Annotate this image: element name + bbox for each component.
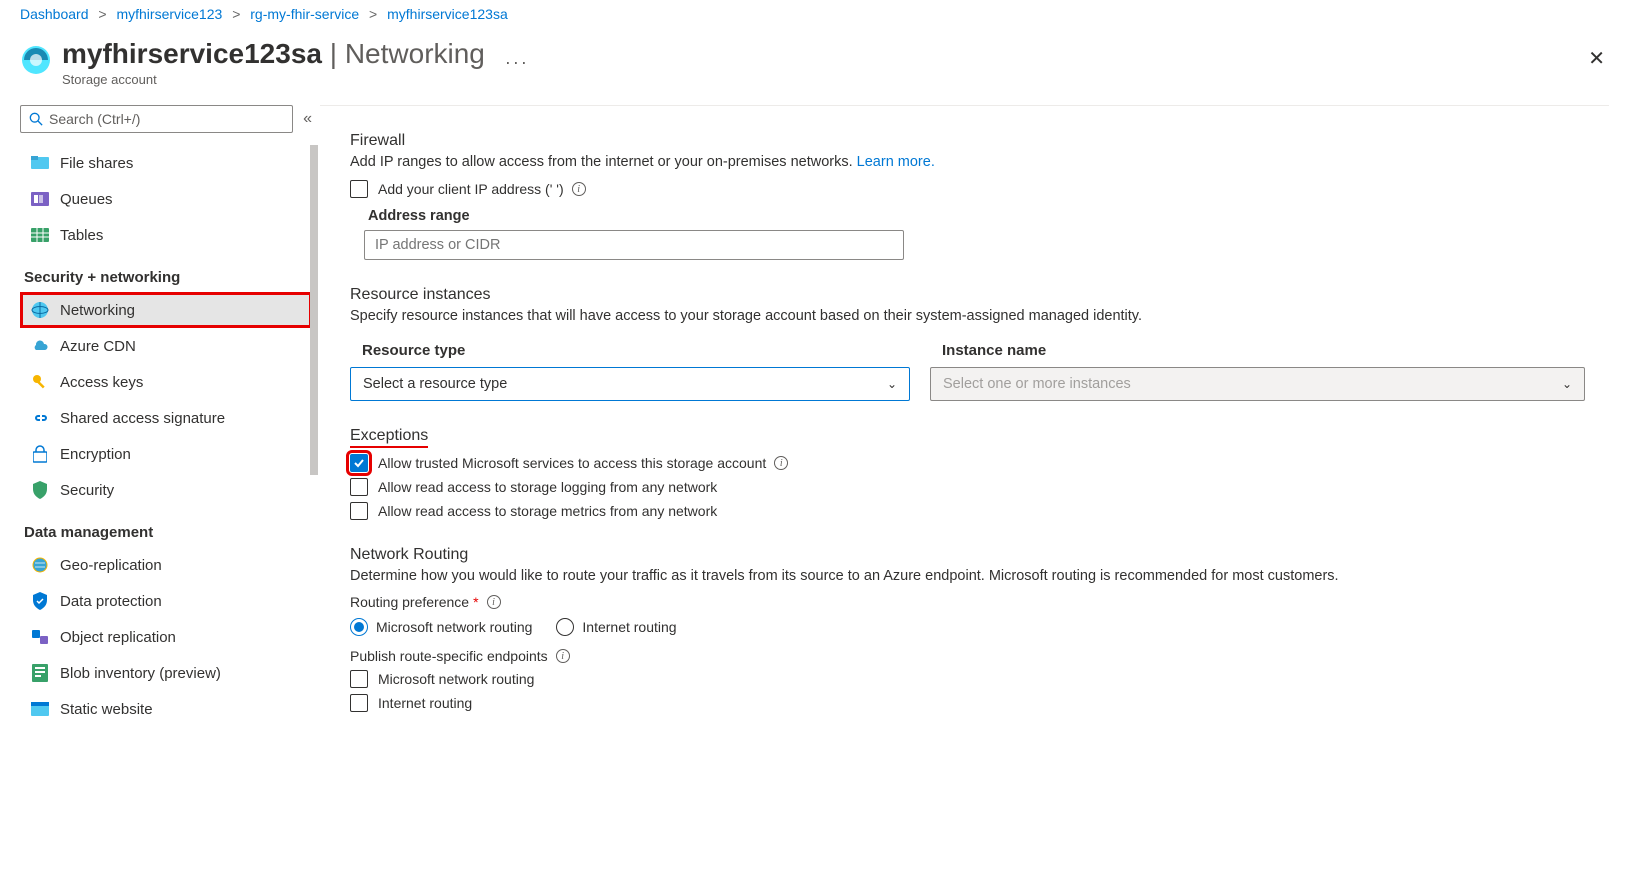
learn-more-link[interactable]: Learn more.: [857, 154, 935, 170]
storage-account-icon: [20, 44, 52, 76]
publish-microsoft-label: Microsoft network routing: [378, 671, 534, 687]
sidebar-item-file-shares[interactable]: File shares: [20, 145, 312, 181]
resource-instances-desc: Specify resource instances that will hav…: [350, 308, 1585, 324]
link-icon: [30, 408, 50, 428]
chevron-down-icon: ⌄: [1562, 377, 1572, 391]
info-icon[interactable]: i: [572, 182, 586, 196]
network-routing-heading: Network Routing: [350, 546, 1585, 564]
publish-internet-checkbox[interactable]: [350, 694, 368, 712]
tables-icon: [30, 225, 50, 245]
breadcrumb: Dashboard > myfhirservice123 > rg-my-fhi…: [0, 0, 1629, 28]
queues-icon: [30, 189, 50, 209]
firewall-heading: Firewall: [350, 132, 1585, 150]
routing-microsoft-radio[interactable]: Microsoft network routing: [350, 618, 532, 636]
radio-on-icon: [350, 618, 368, 636]
allow-trusted-label: Allow trusted Microsoft services to acce…: [378, 455, 766, 471]
publish-endpoints-label: Publish route-specific endpoints: [350, 648, 548, 664]
shield-icon: [30, 480, 50, 500]
networking-icon: [30, 300, 50, 320]
sidebar-item-security[interactable]: Security: [20, 472, 312, 508]
breadcrumb-link[interactable]: rg-my-fhir-service: [250, 6, 359, 22]
sidebar-item-sas[interactable]: Shared access signature: [20, 400, 312, 436]
replication-icon: [30, 627, 50, 647]
chevron-right-icon: >: [232, 6, 240, 22]
allow-trusted-checkbox[interactable]: [350, 454, 368, 472]
add-client-ip-checkbox[interactable]: [350, 180, 368, 198]
search-input[interactable]: Search (Ctrl+/): [20, 105, 293, 133]
more-icon[interactable]: ···: [505, 52, 529, 73]
sidebar-item-static-website[interactable]: Static website: [20, 691, 312, 727]
sidebar-item-blob-inventory[interactable]: Blob inventory (preview): [20, 655, 312, 691]
sidebar-item-access-keys[interactable]: Access keys: [20, 364, 312, 400]
required-icon: *: [473, 594, 478, 610]
info-icon[interactable]: i: [556, 649, 570, 663]
sidebar-group-security: Security + networking: [20, 253, 312, 292]
breadcrumb-link[interactable]: myfhirservice123: [116, 6, 222, 22]
routing-internet-radio[interactable]: Internet routing: [556, 618, 676, 636]
sidebar-item-queues[interactable]: Queues: [20, 181, 312, 217]
sidebar-group-data-mgmt: Data management: [20, 508, 312, 547]
allow-logging-label: Allow read access to storage logging fro…: [378, 479, 717, 495]
sidebar-item-object-replication[interactable]: Object replication: [20, 619, 312, 655]
search-icon: [29, 112, 43, 126]
chevron-right-icon: >: [98, 6, 106, 22]
key-icon: [30, 372, 50, 392]
address-range-input[interactable]: [364, 230, 904, 260]
sidebar-item-networking[interactable]: Networking: [20, 292, 312, 328]
file-shares-icon: [30, 153, 50, 173]
cloud-icon: [30, 336, 50, 356]
scrollbar[interactable]: [310, 145, 318, 475]
page-subtitle: Storage account: [62, 72, 485, 87]
info-icon[interactable]: i: [774, 456, 788, 470]
exceptions-heading: Exceptions: [350, 427, 1585, 448]
lock-icon: [30, 444, 50, 464]
publish-internet-label: Internet routing: [378, 695, 472, 711]
chevron-right-icon: >: [369, 6, 377, 22]
publish-microsoft-checkbox[interactable]: [350, 670, 368, 688]
breadcrumb-link[interactable]: Dashboard: [20, 6, 89, 22]
close-icon[interactable]: ✕: [1588, 46, 1605, 71]
instance-name-select[interactable]: Select one or more instances ⌄: [930, 367, 1585, 401]
firewall-description: Add IP ranges to allow access from the i…: [350, 154, 1585, 170]
sidebar-item-data-protection[interactable]: Data protection: [20, 583, 312, 619]
allow-metrics-label: Allow read access to storage metrics fro…: [378, 503, 717, 519]
main-content: Firewall Add IP ranges to allow access f…: [320, 105, 1609, 742]
shield-check-icon: [30, 591, 50, 611]
allow-logging-checkbox[interactable]: [350, 478, 368, 496]
routing-preference-label: Routing preference: [350, 594, 469, 610]
radio-off-icon: [556, 618, 574, 636]
resource-type-select[interactable]: Select a resource type ⌄: [350, 367, 910, 401]
sidebar: Search (Ctrl+/) « File shares Queues Tab…: [0, 105, 320, 742]
chevron-down-icon: ⌄: [887, 377, 897, 391]
collapse-icon[interactable]: «: [303, 110, 312, 128]
add-client-ip-label: Add your client IP address (' '): [378, 181, 564, 197]
website-icon: [30, 699, 50, 719]
globe-icon: [30, 555, 50, 575]
page-header: myfhirservice123sa | Networking Storage …: [0, 28, 1629, 105]
network-routing-desc: Determine how you would like to route yo…: [350, 568, 1585, 584]
allow-metrics-checkbox[interactable]: [350, 502, 368, 520]
page-title: myfhirservice123sa | Networking: [62, 38, 485, 70]
resource-type-header: Resource type: [350, 334, 910, 367]
sidebar-item-tables[interactable]: Tables: [20, 217, 312, 253]
resource-instances-heading: Resource instances: [350, 286, 1585, 304]
sidebar-item-encryption[interactable]: Encryption: [20, 436, 312, 472]
info-icon[interactable]: i: [487, 595, 501, 609]
sidebar-item-azure-cdn[interactable]: Azure CDN: [20, 328, 312, 364]
breadcrumb-link[interactable]: myfhirservice123sa: [387, 6, 508, 22]
address-range-label: Address range: [368, 208, 1585, 224]
inventory-icon: [30, 663, 50, 683]
instance-name-header: Instance name: [930, 334, 1585, 367]
sidebar-item-geo-replication[interactable]: Geo-replication: [20, 547, 312, 583]
